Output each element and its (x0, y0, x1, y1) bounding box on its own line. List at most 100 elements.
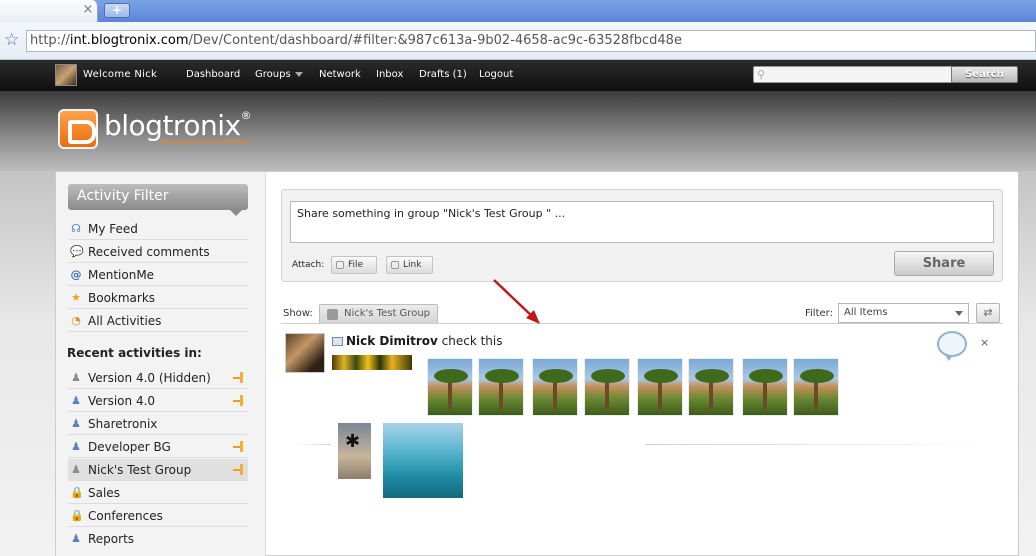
logo-tagline: Enterprise Social Platform (160, 138, 251, 146)
activity-filter-heading: Activity Filter (68, 184, 248, 216)
group-label: Nick's Test Group (88, 463, 192, 477)
group-conferences[interactable]: 🔒 Conferences (68, 505, 248, 527)
filter-select[interactable]: All Items (838, 303, 969, 323)
link-icon (391, 261, 399, 269)
filter-my-feed[interactable]: ☊ My Feed (68, 218, 248, 240)
user-avatar[interactable] (55, 64, 77, 86)
star-icon: ★ (71, 291, 81, 304)
filter-label: All Activities (88, 314, 162, 328)
chevron-down-icon (294, 71, 303, 77)
pin-icon[interactable] (233, 372, 245, 383)
post-image-palm[interactable] (532, 358, 578, 416)
post-author-avatar[interactable] (285, 333, 325, 373)
share-textarea[interactable]: Share something in group "Nick's Test Gr… (290, 201, 994, 243)
post-image-palm[interactable] (478, 358, 524, 416)
nav-groups-label: Groups (255, 69, 291, 80)
search-button[interactable]: Search (951, 66, 1018, 83)
group-label: Sales (88, 486, 120, 500)
filter-label: Bookmarks (88, 291, 156, 305)
lock-icon: 🔒 (70, 486, 84, 499)
browser-tab[interactable]: × (0, 0, 98, 22)
post-image-palm[interactable] (688, 358, 734, 416)
refresh-button[interactable]: ⇄ (976, 303, 1000, 323)
comment-bubble-icon[interactable] (937, 331, 967, 361)
group-icon: ♟ (71, 417, 81, 430)
tab-nicks-test-group[interactable]: Nick's Test Group (319, 304, 438, 324)
group-tab-label: Nick's Test Group (344, 308, 431, 319)
filter-label: Filter: (805, 308, 833, 319)
group-sales[interactable]: 🔒 Sales (68, 482, 248, 504)
divider (645, 444, 995, 445)
bookmark-star-icon[interactable]: ☆ (4, 31, 22, 49)
group-icon: ♟ (71, 463, 81, 476)
url-field[interactable]: http://int.blogtronix.com/Dev/Content/da… (26, 30, 1036, 52)
group-label: Version 4.0 (88, 394, 156, 408)
post-type-icon (332, 337, 343, 346)
nav-drafts[interactable]: Drafts (1) (419, 69, 467, 80)
pin-icon[interactable] (233, 395, 245, 406)
site-header: blogtronix® Enterprise Social Platform (0, 91, 1036, 171)
post-image-sunset[interactable] (338, 423, 371, 479)
group-icon: ♟ (71, 394, 81, 407)
filter-label: Received comments (88, 245, 210, 259)
filter-received-comments[interactable]: 💬 Received comments (68, 241, 248, 263)
search-icon: ⚲ (757, 68, 766, 81)
attach-link-label: Link (403, 260, 422, 270)
post-image-palm[interactable] (742, 358, 788, 416)
group-icon: ♟ (71, 532, 81, 545)
post-author-link[interactable]: Nick Dimitrov (346, 334, 438, 348)
group-version-4-hidden[interactable]: ♟ Version 4.0 (Hidden) (68, 367, 248, 389)
filter-bookmarks[interactable]: ★ Bookmarks (68, 287, 248, 309)
rss-icon: ◔ (71, 314, 81, 327)
nav-logout[interactable]: Logout (479, 69, 513, 80)
comment-icon: 💬 (70, 245, 84, 258)
post-image-palm[interactable] (793, 358, 839, 416)
filter-label: My Feed (88, 222, 138, 236)
group-developer-bg[interactable]: ♟ Developer BG (68, 436, 248, 458)
group-icon: ♟ (71, 371, 81, 384)
attach-label: Attach: (292, 260, 325, 270)
divider (297, 444, 330, 445)
filter-mentionme[interactable]: @ MentionMe (68, 264, 248, 286)
filter-select-value: All Items (844, 307, 888, 318)
nav-groups[interactable]: Groups (255, 69, 303, 80)
attach-link-button[interactable]: Link (386, 256, 433, 274)
pin-icon[interactable] (233, 464, 245, 475)
at-icon: @ (70, 268, 82, 281)
nav-dashboard[interactable]: Dashboard (186, 69, 240, 80)
blogtronix-logo-icon[interactable] (58, 109, 98, 149)
post-image-flowers[interactable] (332, 355, 412, 370)
group-sharetronix[interactable]: ♟ Sharetronix (68, 413, 248, 435)
attach-file-label: File (348, 260, 364, 270)
post-image-ocean[interactable] (383, 423, 463, 498)
new-tab-button[interactable]: + (104, 3, 130, 18)
group-nicks-test-group[interactable]: ♟ Nick's Test Group (68, 459, 248, 481)
post-image-palm[interactable] (427, 358, 473, 416)
top-nav: Welcome Nick Dashboard Groups Network In… (0, 60, 1036, 91)
file-icon (336, 261, 344, 269)
group-label: Sharetronix (88, 417, 158, 431)
filter-label: MentionMe (88, 268, 155, 282)
group-icon: ♟ (71, 440, 81, 453)
pin-icon[interactable] (233, 441, 245, 452)
share-button[interactable]: Share (894, 251, 994, 276)
nav-network[interactable]: Network (319, 69, 361, 80)
show-label: Show: (283, 308, 313, 319)
search-input[interactable]: ⚲ (753, 66, 953, 83)
group-reports[interactable]: ♟ Reports (68, 528, 248, 550)
post-image-palm[interactable] (584, 358, 630, 416)
attach-file-button[interactable]: File (331, 256, 377, 274)
tab-close-icon[interactable]: × (82, 3, 94, 17)
browser-tabstrip: × + (0, 0, 1036, 22)
group-version-4[interactable]: ♟ Version 4.0 (68, 390, 248, 412)
logo-registered: ® (240, 109, 252, 122)
group-label: Developer BG (88, 440, 171, 454)
annotation-arrow-icon (493, 279, 540, 324)
close-icon[interactable]: × (980, 336, 989, 349)
chevron-down-icon (955, 311, 963, 316)
lock-icon: 🔒 (70, 509, 84, 522)
filter-all-activities[interactable]: ◔ All Activities (68, 310, 248, 332)
nav-inbox[interactable]: Inbox (376, 69, 403, 80)
url-path: /Dev/Content/dashboard/#filter:&987c613a… (188, 33, 682, 48)
post-image-palm[interactable] (637, 358, 683, 416)
